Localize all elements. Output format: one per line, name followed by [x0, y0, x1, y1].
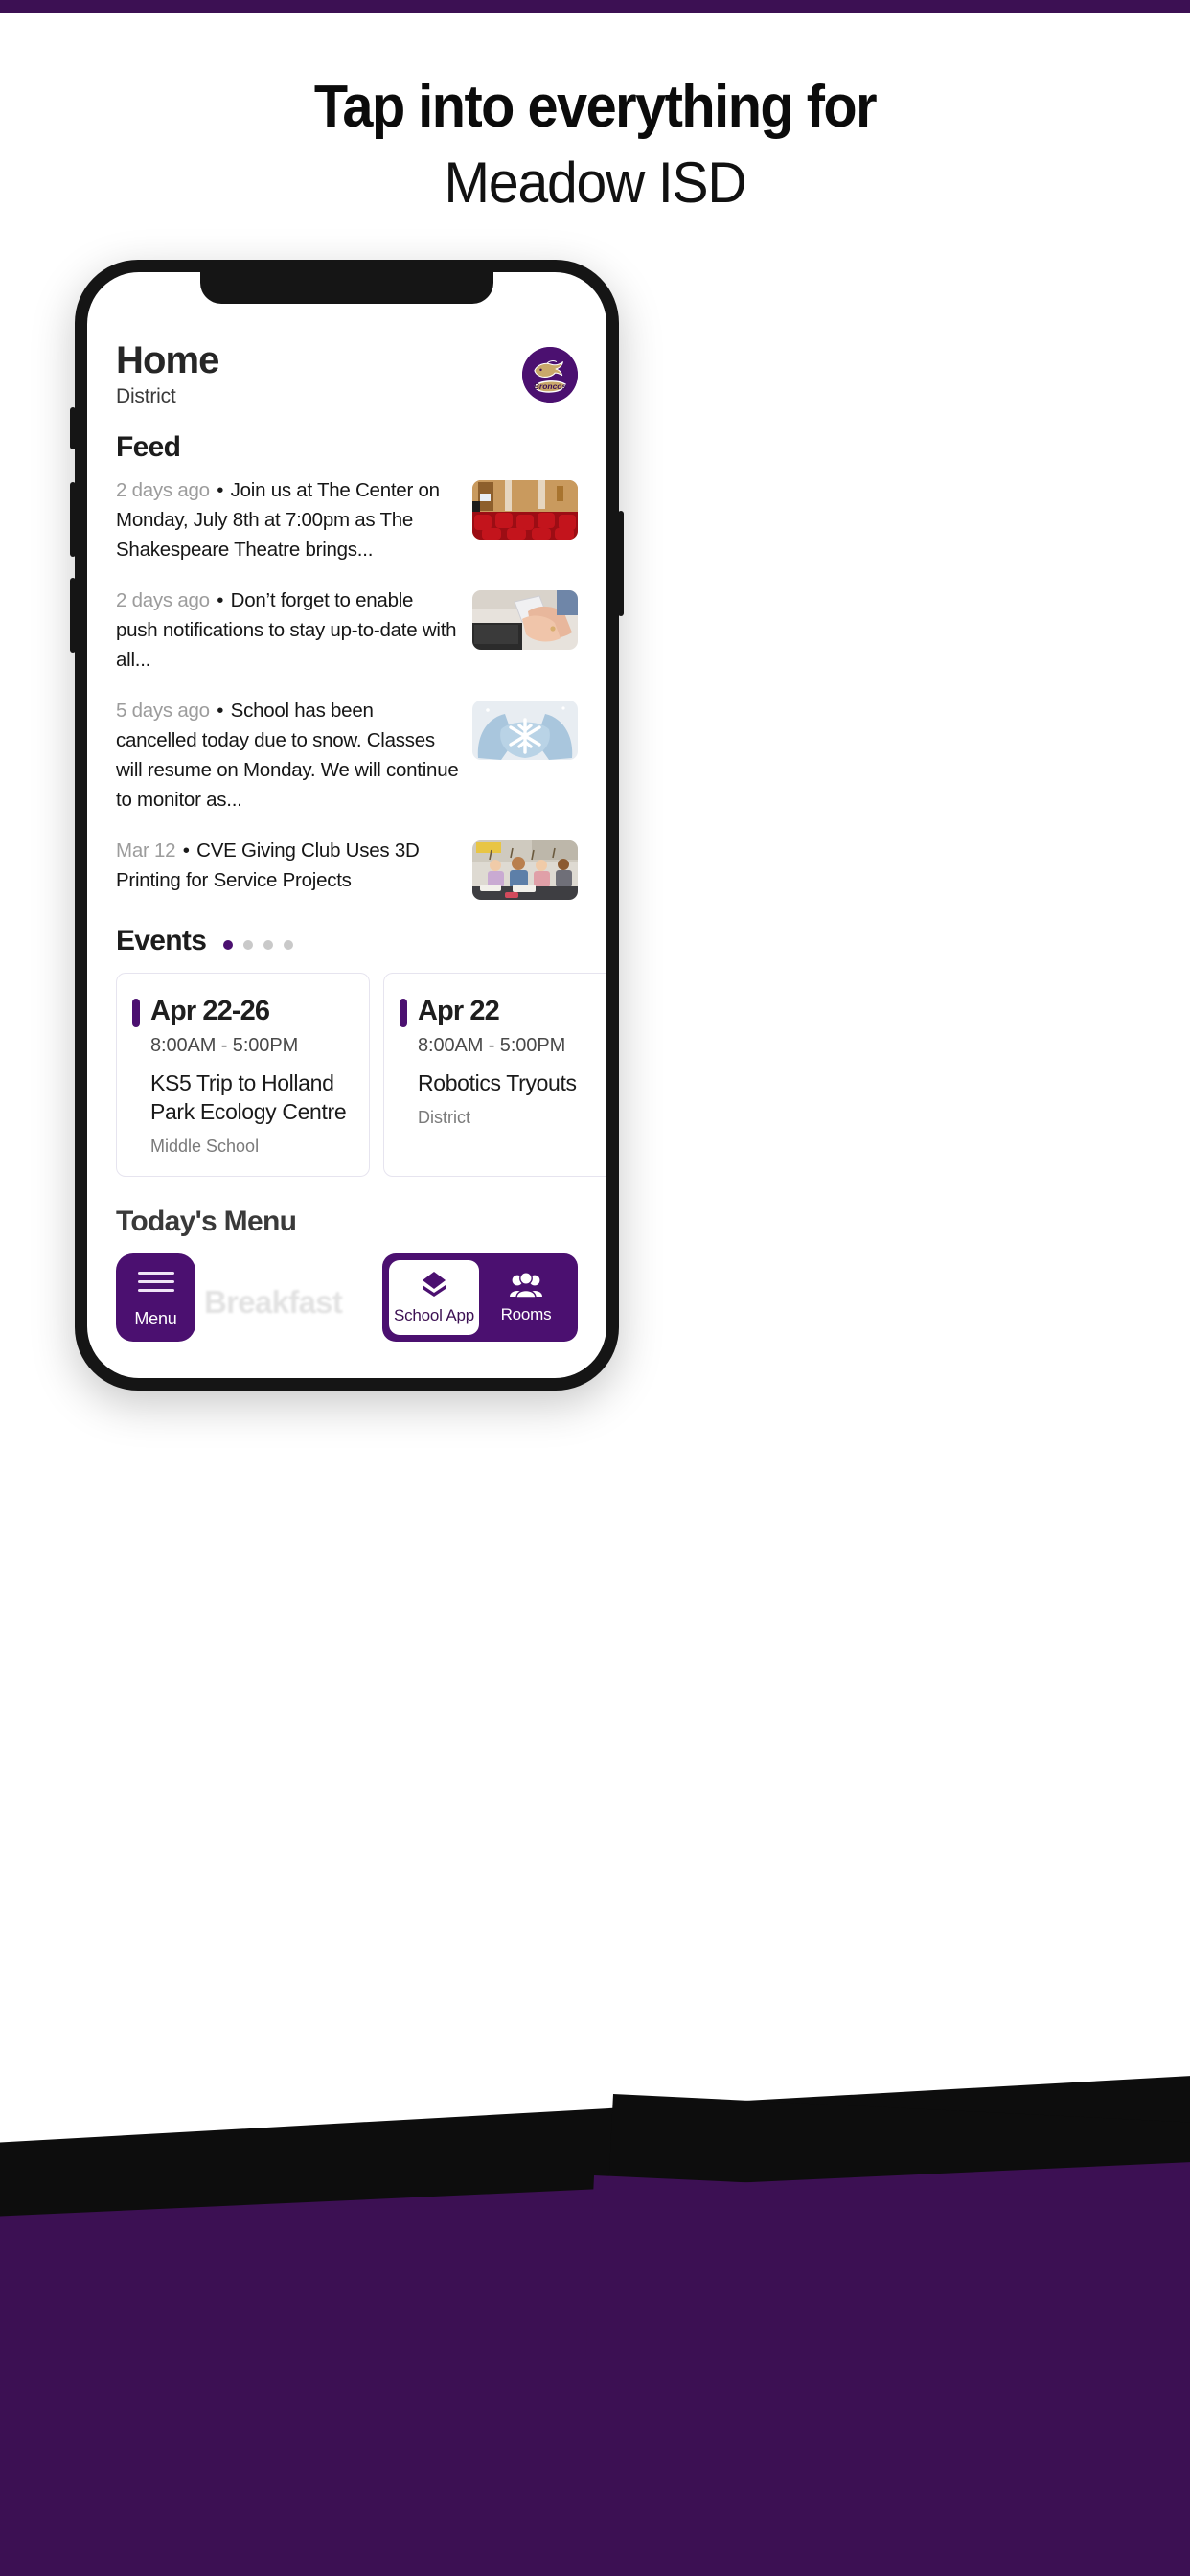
hero-heading: Tap into everything for Meadow ISD — [0, 71, 1190, 218]
hamburger-icon — [137, 1266, 174, 1299]
feed-item-thumbnail-classroom-students[interactable] — [472, 840, 578, 900]
pagination-dot-4[interactable] — [284, 940, 294, 950]
app-switcher[interactable]: School App Rooms — [382, 1254, 578, 1342]
feed-item-date: Mar 12 — [116, 840, 176, 862]
event-card[interactable]: Apr 22 8:00AM - 5:00PM Robotics Tryouts … — [383, 973, 606, 1177]
phone-screen: Home District Broncos Feed 2 days ago • … — [87, 272, 606, 1378]
breakfast-label: Breakfast — [204, 1284, 343, 1320]
pagination-dot-1[interactable] — [223, 940, 234, 950]
event-accent-bar — [132, 999, 140, 1027]
feed-item-separator: • — [217, 589, 224, 611]
feed-item-date: 5 days ago — [116, 700, 210, 722]
event-accent-bar — [400, 999, 407, 1027]
district-logo-avatar[interactable]: Broncos — [522, 347, 578, 402]
feed-item[interactable]: 5 days ago • School has been cancelled t… — [116, 696, 578, 815]
feed-item[interactable]: Mar 12 • CVE Giving Club Uses 3D Printin… — [116, 836, 578, 900]
event-location: District — [418, 1108, 470, 1127]
switch-item-school-app[interactable]: School App — [389, 1260, 479, 1335]
event-time: 8:00AM - 5:00PM — [150, 1035, 299, 1056]
layers-icon — [423, 1271, 446, 1297]
broncos-horse-icon: Broncos — [522, 347, 578, 402]
page-subtitle: District — [116, 385, 176, 407]
app-header: Home District Broncos — [116, 337, 578, 408]
feed-item-thumbnail-phone-in-hands[interactable] — [472, 590, 578, 650]
phone-power-button[interactable] — [618, 511, 624, 616]
events-heading: Events — [116, 925, 207, 956]
events-pagination-dots[interactable] — [223, 932, 294, 950]
event-date-row: Apr 22-26 — [132, 995, 352, 1027]
event-location: Middle School — [150, 1137, 260, 1156]
pagination-dot-2[interactable] — [243, 940, 254, 950]
event-name: KS5 Trip to Holland Park Ecology Centre — [150, 1070, 347, 1124]
feed-item-separator: • — [217, 700, 224, 722]
phone-notch — [200, 272, 493, 304]
switch-label-school-app: School App — [393, 1305, 474, 1324]
hero-line-primary: Tap into everything for — [313, 74, 878, 140]
feed-item[interactable]: 2 days ago • Join us at The Center on Mo… — [116, 475, 578, 564]
todays-menu-body: Breakfast Menu School App Rooms — [116, 1252, 578, 1378]
events-header-row: Events — [116, 925, 578, 957]
feed-item-text: 2 days ago • Join us at The Center on Mo… — [116, 475, 459, 564]
menu-button[interactable]: Menu — [116, 1254, 195, 1342]
switch-label-rooms: Rooms — [500, 1304, 552, 1323]
feed-item-text: Mar 12 • CVE Giving Club Uses 3D Printin… — [116, 836, 459, 895]
page-title: Home — [116, 339, 219, 381]
phone-device-frame: Home District Broncos Feed 2 days ago • … — [70, 260, 624, 1391]
page-root: Tap into everything for Meadow ISD Home … — [0, 0, 1190, 2576]
decor-band-purple-fill — [0, 2358, 1190, 2576]
status-bar — [0, 0, 1190, 13]
event-time: 8:00AM - 5:00PM — [418, 1035, 566, 1056]
events-carousel[interactable]: Apr 22-26 8:00AM - 5:00PM KS5 Trip to Ho… — [116, 973, 606, 1177]
feed-item-date: 2 days ago — [116, 589, 210, 611]
event-name: Robotics Tryouts — [418, 1070, 577, 1095]
app-viewport: Home District Broncos Feed 2 days ago • … — [87, 272, 606, 1378]
feed-item-text: 5 days ago • School has been cancelled t… — [116, 696, 459, 815]
menu-button-label: Menu — [134, 1309, 177, 1329]
feed-item[interactable]: 2 days ago • Don’t forget to enable push… — [116, 586, 578, 675]
feed-heading: Feed — [116, 431, 181, 463]
svg-text:Broncos: Broncos — [534, 381, 567, 391]
event-card[interactable]: Apr 22-26 8:00AM - 5:00PM KS5 Trip to Ho… — [116, 973, 370, 1177]
phone-volume-up-button[interactable] — [70, 482, 76, 557]
event-date-row: Apr 22 — [400, 995, 606, 1027]
feed-item-thumbnail-mittens-snowflake[interactable] — [472, 701, 578, 760]
phone-silent-switch[interactable] — [70, 407, 76, 449]
people-icon — [510, 1271, 542, 1299]
event-date: Apr 22-26 — [150, 996, 270, 1026]
pagination-dot-3[interactable] — [263, 940, 274, 950]
feed-item-text: 2 days ago • Don’t forget to enable push… — [116, 586, 459, 675]
feed-item-date: 2 days ago — [116, 479, 210, 501]
feed-item-separator: • — [182, 840, 190, 862]
event-date: Apr 22 — [418, 996, 500, 1026]
feed-item-separator: • — [217, 479, 224, 501]
switch-item-rooms[interactable]: Rooms — [481, 1260, 571, 1335]
phone-volume-down-button[interactable] — [70, 578, 76, 653]
hero-line-secondary: Meadow ISD — [444, 150, 747, 215]
todays-menu-heading: Today's Menu — [116, 1206, 297, 1237]
app-header-titles: Home District — [116, 337, 219, 408]
feed-item-thumbnail-theatre-seats[interactable] — [472, 480, 578, 540]
